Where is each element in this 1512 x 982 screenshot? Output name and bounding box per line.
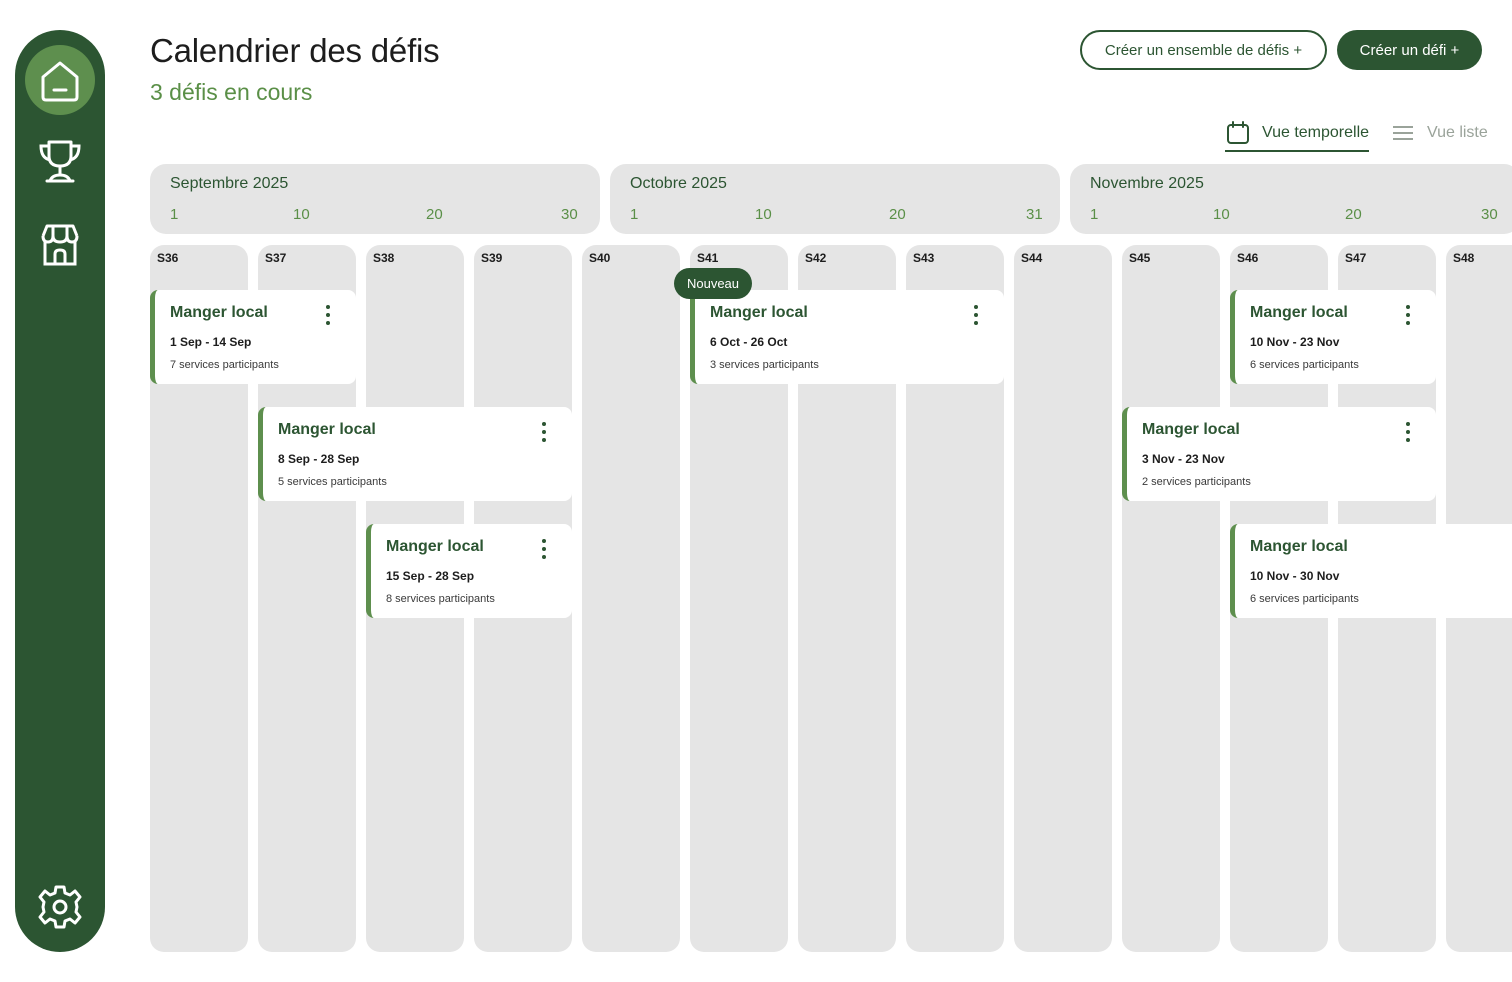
week-column: S44	[1014, 245, 1112, 952]
challenge-dates: 1 Sep - 14 Sep	[170, 335, 252, 349]
month-title: Septembre 2025	[170, 175, 289, 192]
timeline-view-tab[interactable]: Vue temporelle	[1225, 118, 1370, 152]
more-options-icon[interactable]	[1405, 305, 1411, 325]
week-label: S37	[265, 251, 287, 265]
month-tick: 20	[1345, 206, 1362, 223]
challenge-card[interactable]: Manger local 1 Sep - 14 Sep 7 services p…	[150, 290, 356, 384]
create-challenge-set-button[interactable]: Créer un ensemble de défis +	[1080, 30, 1327, 70]
calendar-icon	[1227, 121, 1249, 144]
new-badge: Nouveau	[674, 268, 752, 299]
home-icon	[41, 61, 79, 102]
month-title: Novembre 2025	[1090, 175, 1204, 192]
store-icon	[41, 224, 79, 266]
more-options-icon[interactable]	[541, 422, 547, 442]
challenge-title: Manger local	[1250, 304, 1348, 321]
challenge-title: Manger local	[386, 538, 484, 555]
challenge-services: 6 services participants	[1250, 359, 1359, 371]
week-label: S46	[1237, 251, 1259, 265]
list-view-label: Vue liste	[1427, 124, 1488, 141]
week-label: S41	[697, 251, 719, 265]
week-label: S40	[589, 251, 611, 265]
list-view-tab[interactable]: Vue liste	[1390, 118, 1488, 148]
week-column: S40	[582, 245, 680, 952]
week-column: S45	[1122, 245, 1220, 952]
week-label: S47	[1345, 251, 1367, 265]
month-tick: 20	[889, 206, 906, 223]
challenge-services: 5 services participants	[278, 476, 387, 488]
week-label: S44	[1021, 251, 1043, 265]
challenge-card[interactable]: Manger local 3 Nov - 23 Nov 2 services p…	[1122, 407, 1436, 501]
month-tick: 31	[1026, 206, 1043, 223]
challenge-dates: 15 Sep - 28 Sep	[386, 569, 475, 583]
challenge-dates: 10 Nov - 30 Nov	[1250, 569, 1340, 583]
nav-store[interactable]	[25, 210, 95, 280]
month-header: Novembre 2025 1 10 20 30	[1070, 164, 1512, 234]
week-label: S45	[1129, 251, 1151, 265]
challenge-dates: 3 Nov - 23 Nov	[1142, 452, 1225, 466]
nav-home[interactable]	[25, 45, 95, 115]
challenge-card[interactable]: Manger local 8 Sep - 28 Sep 5 services p…	[258, 407, 572, 501]
nav-challenges[interactable]	[25, 126, 95, 196]
page-title: Calendrier des défis	[150, 32, 440, 69]
month-tick: 10	[1213, 206, 1230, 223]
gear-icon	[38, 885, 82, 929]
timeline-view-label: Vue temporelle	[1262, 124, 1370, 141]
challenge-title: Manger local	[278, 421, 376, 438]
create-challenge-button[interactable]: Créer un défi +	[1337, 30, 1482, 70]
more-options-icon[interactable]	[541, 539, 547, 559]
week-label: S36	[157, 251, 179, 265]
challenge-title: Manger local	[710, 304, 808, 321]
challenge-services: 6 services participants	[1250, 593, 1359, 605]
challenge-title: Manger local	[1142, 421, 1240, 438]
month-header: Octobre 2025 1 10 20 31	[610, 164, 1060, 234]
trophy-icon	[39, 140, 81, 183]
challenge-services: 3 services participants	[710, 359, 819, 371]
challenge-dates: 10 Nov - 23 Nov	[1250, 335, 1340, 349]
active-challenges-count: 3 défis en cours	[150, 79, 313, 105]
challenge-services: 8 services participants	[386, 593, 495, 605]
month-title: Octobre 2025	[630, 175, 727, 192]
month-tick: 10	[293, 206, 310, 223]
challenge-dates: 8 Sep - 28 Sep	[278, 452, 360, 466]
month-header: Septembre 2025 1 10 20 30	[150, 164, 600, 234]
sidebar	[15, 30, 105, 952]
nav-settings[interactable]	[25, 872, 95, 942]
challenge-services: 2 services participants	[1142, 476, 1251, 488]
month-tick: 1	[1090, 206, 1099, 223]
more-options-icon[interactable]	[325, 305, 331, 325]
more-options-icon[interactable]	[973, 305, 979, 325]
month-tick: 1	[170, 206, 179, 223]
challenge-card[interactable]: Manger local 15 Sep - 28 Sep 8 services …	[366, 524, 572, 618]
week-label: S42	[805, 251, 827, 265]
week-label: S48	[1453, 251, 1475, 265]
month-tick: 30	[1481, 206, 1498, 223]
week-label: S43	[913, 251, 935, 265]
week-label: S38	[373, 251, 395, 265]
month-tick: 10	[755, 206, 772, 223]
challenge-services: 7 services participants	[170, 359, 279, 371]
challenge-dates: 6 Oct - 26 Oct	[710, 335, 788, 349]
challenge-title: Manger local	[1250, 538, 1348, 555]
challenge-card[interactable]: Manger local 10 Nov - 30 Nov 6 services …	[1230, 524, 1512, 618]
month-tick: 20	[426, 206, 443, 223]
list-icon	[1393, 126, 1413, 140]
month-tick: 30	[561, 206, 578, 223]
more-options-icon[interactable]	[1405, 422, 1411, 442]
week-label: S39	[481, 251, 503, 265]
month-tick: 1	[630, 206, 639, 223]
challenge-card[interactable]: Manger local 6 Oct - 26 Oct 3 services p…	[690, 290, 1004, 384]
challenge-title: Manger local	[170, 304, 268, 321]
challenge-card[interactable]: Manger local 10 Nov - 23 Nov 6 services …	[1230, 290, 1436, 384]
